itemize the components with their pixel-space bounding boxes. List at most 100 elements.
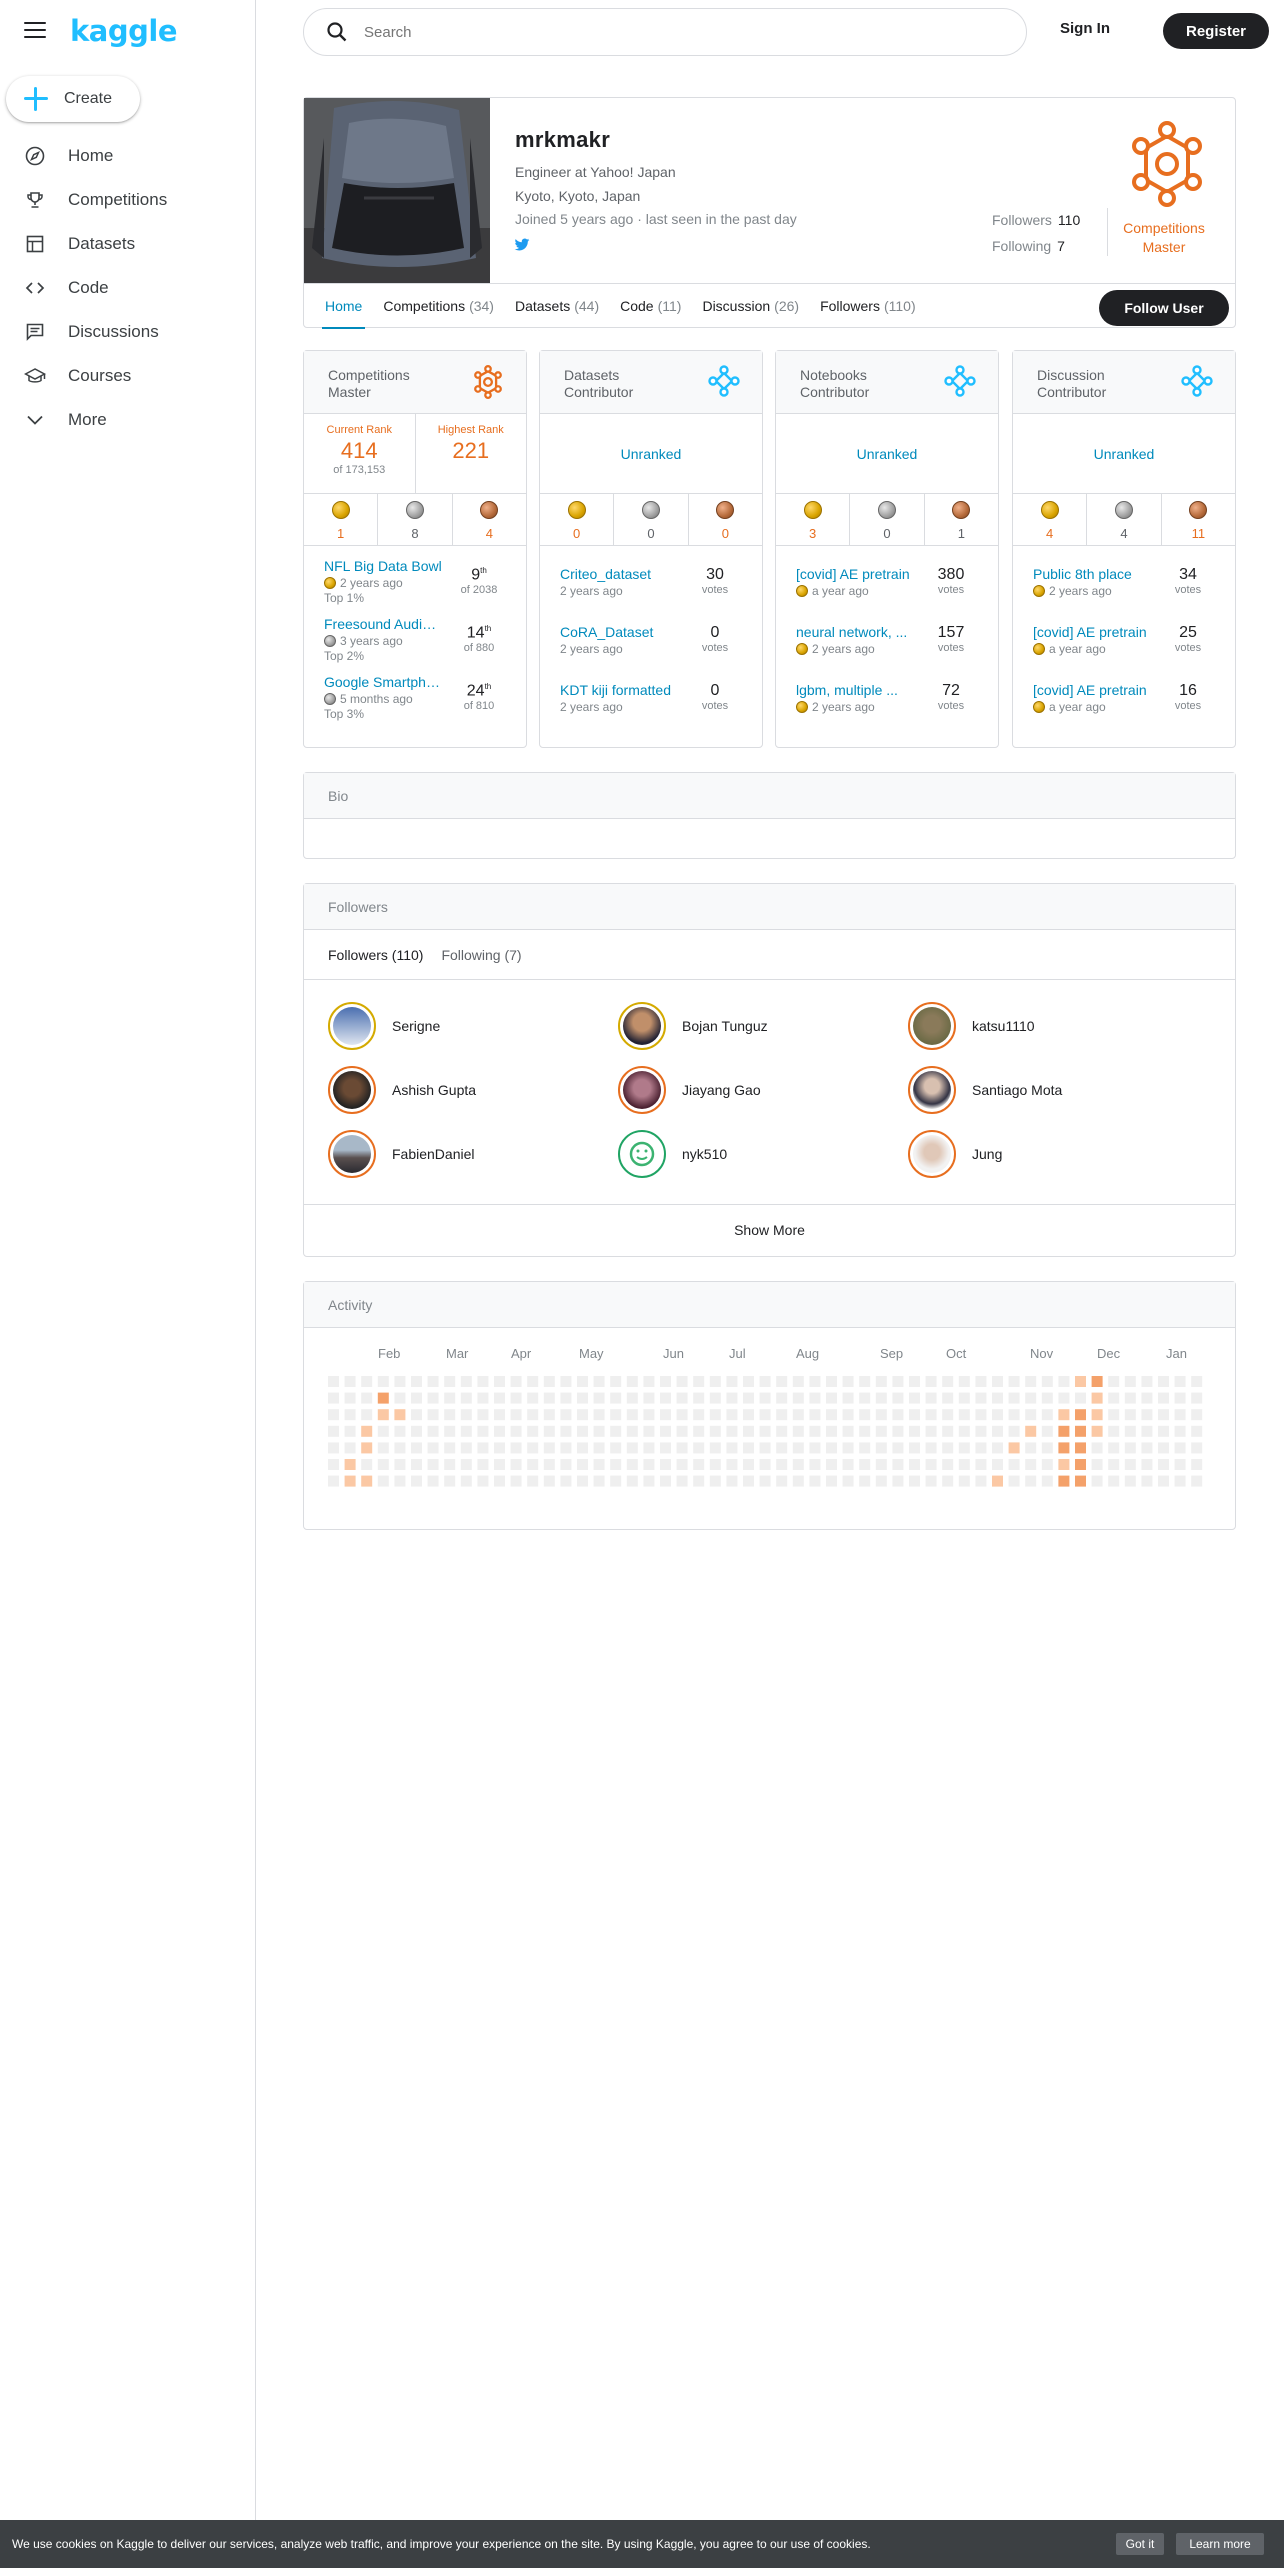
learn-more-button[interactable]: Learn more xyxy=(1176,2533,1264,2555)
item-title[interactable]: Google Smartphone xyxy=(324,674,442,690)
activity-cell xyxy=(510,1409,522,1421)
sidebar-item-datasets[interactable]: Datasets xyxy=(0,222,256,266)
activity-cell xyxy=(477,1409,489,1421)
item-title[interactable]: [covid] AE pretrain xyxy=(796,566,914,582)
activity-cell xyxy=(726,1459,738,1470)
sign-in-link[interactable]: Sign In xyxy=(1060,20,1110,37)
activity-cell xyxy=(892,1442,904,1454)
activity-heatmap xyxy=(328,1376,1203,1487)
tab-followers-list[interactable]: Followers (110) xyxy=(328,947,423,963)
activity-cell xyxy=(377,1425,389,1437)
tab-discussion[interactable]: Discussion (26) xyxy=(702,284,799,329)
item-date: a year ago xyxy=(1049,642,1106,656)
activity-cell xyxy=(344,1409,356,1421)
got-it-button[interactable]: Got it xyxy=(1116,2533,1164,2555)
sidebar-item-more[interactable]: More xyxy=(0,398,256,442)
sidebar-item-discussions[interactable]: Discussions xyxy=(0,310,256,354)
card-title-line1: Discussion xyxy=(1037,367,1105,383)
bronze-medal-icon xyxy=(480,501,499,519)
sidebar-item-competitions[interactable]: Competitions xyxy=(0,178,256,222)
item-title[interactable]: [covid] AE pretrain xyxy=(1033,682,1151,698)
follower-item[interactable]: FabienDaniel xyxy=(328,1130,475,1178)
item-title[interactable]: CoRA_Dataset xyxy=(560,624,678,640)
list-item[interactable]: neural network, ... 2 years ago 157 votes xyxy=(796,624,978,682)
follower-item[interactable]: nyk510 xyxy=(618,1130,727,1178)
activity-cell xyxy=(527,1442,539,1454)
following-stat[interactable]: Following 7 xyxy=(992,238,1065,254)
menu-icon[interactable] xyxy=(24,22,46,40)
sidebar-item-courses[interactable]: Courses xyxy=(0,354,256,398)
item-title[interactable]: lgbm, multiple ... xyxy=(796,682,914,698)
activity-cell xyxy=(1091,1425,1103,1437)
activity-cell xyxy=(377,1442,389,1454)
tab-followers[interactable]: Followers (110) xyxy=(820,284,916,329)
gold-medals: 0 xyxy=(540,494,613,545)
item-title[interactable]: NFL Big Data Bowl xyxy=(324,558,442,574)
activity-cell xyxy=(792,1442,804,1454)
activity-cell xyxy=(1108,1392,1120,1404)
tab-code[interactable]: Code (11) xyxy=(620,284,681,329)
list-item[interactable]: Criteo_dataset 2 years ago 30 votes xyxy=(560,566,742,624)
activity-cell xyxy=(842,1376,854,1387)
kaggle-logo[interactable]: kaggle xyxy=(70,14,177,48)
current-rank-total: of 173,153 xyxy=(333,464,386,476)
list-item[interactable]: KDT kiji formatted 2 years ago 0 votes xyxy=(560,682,742,740)
activity-cell xyxy=(975,1392,987,1404)
sidebar-item-home[interactable]: Home xyxy=(0,134,256,178)
search-input[interactable] xyxy=(364,23,964,41)
activity-cell xyxy=(992,1475,1003,1487)
item-title[interactable]: Public 8th place xyxy=(1033,566,1151,582)
list-item[interactable]: Google Smartphone 5 months ago Top 3% 24… xyxy=(324,674,506,732)
sidebar-item-code[interactable]: Code xyxy=(0,266,256,310)
follower-item[interactable]: katsu1110 xyxy=(908,1002,1035,1050)
list-item[interactable]: Public 8th place 2 years ago 34 votes xyxy=(1033,566,1215,624)
activity-cell xyxy=(1025,1409,1037,1421)
medal-counts: 0 0 0 xyxy=(540,494,762,546)
month-label: May xyxy=(579,1346,604,1361)
activity-cell xyxy=(909,1409,920,1421)
list-item[interactable]: Freesound Audio Tagging 3 years ago Top … xyxy=(324,616,506,674)
followers-tabs: Followers (110) Following (7) xyxy=(304,930,1235,980)
activity-cell xyxy=(460,1425,472,1437)
item-title[interactable]: KDT kiji formatted xyxy=(560,682,678,698)
activity-cell xyxy=(1124,1442,1136,1454)
followers-stat[interactable]: Followers 110 xyxy=(992,212,1080,228)
vote-label: votes xyxy=(937,642,965,654)
month-label: Jul xyxy=(729,1346,746,1361)
tab-competitions[interactable]: Competitions (34) xyxy=(383,284,494,329)
follower-item[interactable]: Jung xyxy=(908,1130,1002,1178)
follower-item[interactable]: Santiago Mota xyxy=(908,1066,1062,1114)
register-button[interactable]: Register xyxy=(1163,13,1269,49)
activity-cell xyxy=(1124,1392,1136,1404)
item-title[interactable]: Criteo_dataset xyxy=(560,566,678,582)
activity-cell xyxy=(643,1475,655,1487)
follower-item[interactable]: Jiayang Gao xyxy=(618,1066,761,1114)
item-title[interactable]: neural network, ... xyxy=(796,624,914,640)
tab-home[interactable]: Home xyxy=(321,284,366,329)
activity-cell xyxy=(1124,1425,1136,1437)
profile-card: mrkmakr Engineer at Yahoo! Japan Kyoto, … xyxy=(303,97,1236,329)
item-title[interactable]: Freesound Audio Tagging xyxy=(324,616,442,632)
list-item[interactable]: [covid] AE pretrain a year ago 380 votes xyxy=(796,566,978,624)
show-more-button[interactable]: Show More xyxy=(304,1204,1235,1254)
follower-item[interactable]: Bojan Tunguz xyxy=(618,1002,768,1050)
activity-cell xyxy=(344,1392,356,1404)
list-item[interactable]: CoRA_Dataset 2 years ago 0 votes xyxy=(560,624,742,682)
list-item[interactable]: NFL Big Data Bowl 2 years ago Top 1% 9th… xyxy=(324,558,506,616)
gold-medal-icon xyxy=(796,701,808,713)
follow-user-button[interactable]: Follow User xyxy=(1099,290,1229,326)
search-bar[interactable] xyxy=(303,8,1027,56)
follower-item[interactable]: Serigne xyxy=(328,1002,440,1050)
follower-item[interactable]: Ashish Gupta xyxy=(328,1066,476,1114)
list-item[interactable]: [covid] AE pretrain a year ago 25 votes xyxy=(1033,624,1215,682)
tab-label: Discussion xyxy=(702,298,771,314)
activity-cell xyxy=(344,1442,356,1454)
list-item[interactable]: [covid] AE pretrain a year ago 16 votes xyxy=(1033,682,1215,740)
list-item[interactable]: lgbm, multiple ... 2 years ago 72 votes xyxy=(796,682,978,740)
tab-following-list[interactable]: Following (7) xyxy=(441,947,521,963)
item-title[interactable]: [covid] AE pretrain xyxy=(1033,624,1151,640)
twitter-icon[interactable] xyxy=(514,238,530,257)
tab-datasets[interactable]: Datasets (44) xyxy=(515,284,599,329)
activity-cell xyxy=(676,1425,688,1437)
create-button[interactable]: Create xyxy=(6,76,140,122)
